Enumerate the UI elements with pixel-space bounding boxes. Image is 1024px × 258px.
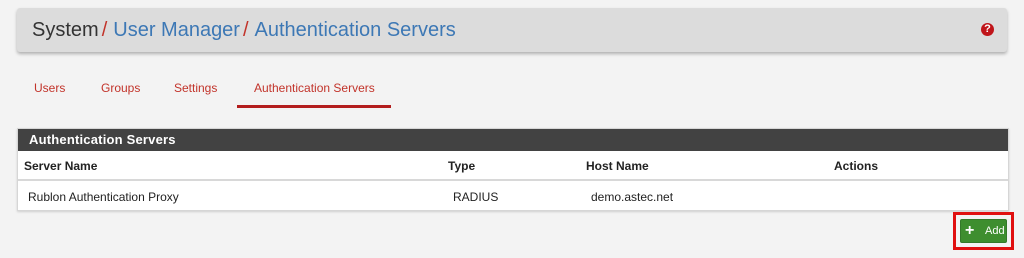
- table-row[interactable]: Rublon Authentication Proxy RADIUS demo.…: [18, 181, 1008, 209]
- breadcrumb-system: System: [32, 19, 99, 41]
- column-host-name: Host Name: [586, 159, 649, 173]
- column-type: Type: [448, 159, 476, 173]
- question-circle-icon[interactable]: ?: [981, 23, 994, 36]
- add-button-label: Add: [985, 225, 1005, 237]
- breadcrumb-separator: /: [101, 19, 108, 41]
- tab-groups[interactable]: Groups: [101, 80, 140, 96]
- column-actions: Actions: [834, 159, 879, 173]
- tab-users[interactable]: Users: [34, 80, 65, 96]
- plus-icon: +: [965, 222, 975, 239]
- active-tab-indicator: [237, 105, 391, 108]
- table-header: Server Name Type Host Name Actions: [18, 151, 1008, 181]
- breadcrumb-user-manager[interactable]: User Manager: [113, 19, 240, 41]
- tab-settings[interactable]: Settings: [174, 80, 217, 96]
- panel-title: Authentication Servers: [18, 129, 1008, 151]
- cell-host-name: demo.astec.net: [591, 190, 674, 204]
- breadcrumb-separator: /: [242, 19, 249, 41]
- auth-servers-panel: Authentication Servers Server Name Type …: [17, 128, 1009, 211]
- column-server-name: Server Name: [24, 159, 98, 173]
- cell-type: RADIUS: [453, 190, 499, 204]
- breadcrumb-authentication-servers[interactable]: Authentication Servers: [255, 19, 456, 41]
- cell-server-name: Rublon Authentication Proxy: [28, 190, 179, 204]
- page-header: System / User Manager / Authentication Serve…: [17, 8, 1007, 52]
- add-button[interactable]: + Add: [960, 219, 1007, 243]
- tab-authentication-servers[interactable]: Authentication Servers: [254, 80, 375, 96]
- breadcrumb: System / User Manager / Authentication Serve…: [32, 19, 456, 41]
